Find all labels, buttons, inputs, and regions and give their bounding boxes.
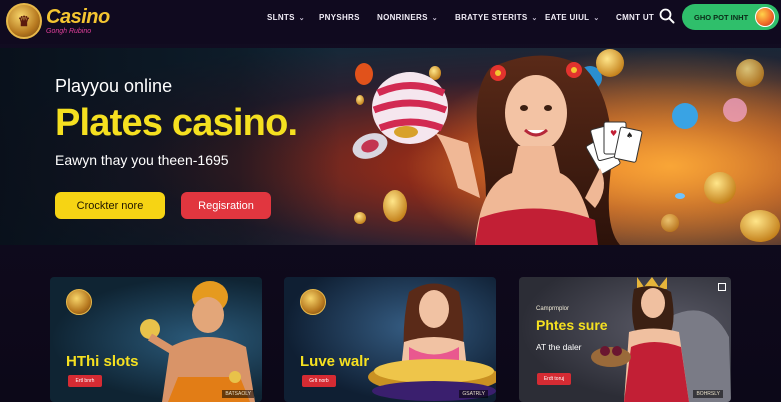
nav-item-label: EATE UIUL — [545, 13, 590, 22]
promo-card-dealer[interactable]: Camprmplor Phtes sure AT the daler Erdt … — [519, 277, 731, 402]
promo-card-slots[interactable]: HThi slots Ertl bnrh BATSAOLY — [50, 277, 262, 402]
nav-item-label: BRATYE STERITS — [455, 13, 528, 22]
card-title: HThi slots — [66, 353, 139, 370]
nav-item-bratye-sterits[interactable]: BRATYE STERITS ⌄ — [455, 13, 538, 22]
card-kicker: Camprmplor — [536, 306, 570, 312]
brand-tagline: Gongh Rubino — [46, 28, 92, 35]
card-title: Luve walr — [300, 353, 370, 370]
card-logo-icon — [66, 289, 92, 315]
search-icon[interactable] — [659, 8, 675, 24]
browser-icon — [755, 7, 775, 27]
card-tag: BATSAOLY — [222, 390, 254, 398]
nav-item-label: CMNT UT — [616, 13, 655, 22]
svg-text:♥: ♥ — [610, 129, 617, 138]
learn-more-button[interactable]: Crockter nore — [55, 192, 165, 219]
card-button[interactable]: Ertl bnrh — [68, 375, 102, 387]
registration-button[interactable]: Regisration — [181, 192, 271, 219]
hero-title: Plates casino. — [55, 102, 298, 144]
get-started-button[interactable]: GHO POT INHT — [682, 4, 779, 30]
chevron-down-icon: ⌄ — [298, 15, 305, 22]
casino-landing-page: ♛ Casino Gongh Rubino SLNTS ⌄ PNYSHRS NON… — [0, 0, 781, 402]
chevron-down-icon: ⌄ — [531, 15, 538, 22]
chevron-down-icon: ⌄ — [431, 15, 438, 22]
nav-item-eate-uiul[interactable]: EATE UIUL ⌄ — [545, 13, 600, 22]
logo-emblem-icon: ♛ — [6, 3, 42, 39]
card-title: Phtes sure — [536, 317, 608, 333]
hero-illustration: ♥ ♠ — [340, 48, 781, 245]
card-button[interactable]: Grlt norb — [302, 375, 336, 387]
nav-item-label: SLNTS — [267, 13, 295, 22]
card-tag: BOHRSLY — [693, 390, 723, 398]
promo-card-live[interactable]: Luve walr Grlt norb GSATRLY — [284, 277, 496, 402]
nav-item-pnyshrs[interactable]: PNYSHRS — [319, 13, 360, 22]
hero-subtitle: Eawyn thay you theen-1695 — [55, 152, 229, 168]
brand-logo[interactable]: ♛ Casino Gongh Rubino — [6, 3, 110, 39]
nav-item-nonriners[interactable]: NONRINERS ⌄ — [377, 13, 438, 22]
svg-text:♠: ♠ — [626, 131, 633, 140]
nav-item-label: PNYSHRS — [319, 13, 360, 22]
brand-name: Casino — [46, 6, 110, 28]
chip-icon — [355, 63, 373, 85]
nav-item-label: NONRINERS — [377, 13, 428, 22]
expand-icon[interactable] — [718, 283, 726, 291]
top-navigation-bar: ♛ Casino Gongh Rubino SLNTS ⌄ PNYSHRS NON… — [0, 0, 781, 44]
nav-item-slnts[interactable]: SLNTS ⌄ — [267, 13, 305, 22]
card-subtitle: AT the daler — [536, 342, 582, 352]
chevron-down-icon: ⌄ — [593, 15, 600, 22]
card-button[interactable]: Erdt toruj — [537, 373, 571, 385]
card-tag: GSATRLY — [459, 390, 488, 398]
hero-banner: ♥ ♠ Playyou online Plates casino. Eawyn … — [0, 48, 781, 245]
hero-eyebrow: Playyou online — [55, 76, 173, 96]
cta-label: GHO POT INHT — [694, 12, 749, 22]
card-logo-icon — [300, 289, 326, 315]
nav-item-cmnt-ut[interactable]: CMNT UT — [616, 13, 654, 22]
